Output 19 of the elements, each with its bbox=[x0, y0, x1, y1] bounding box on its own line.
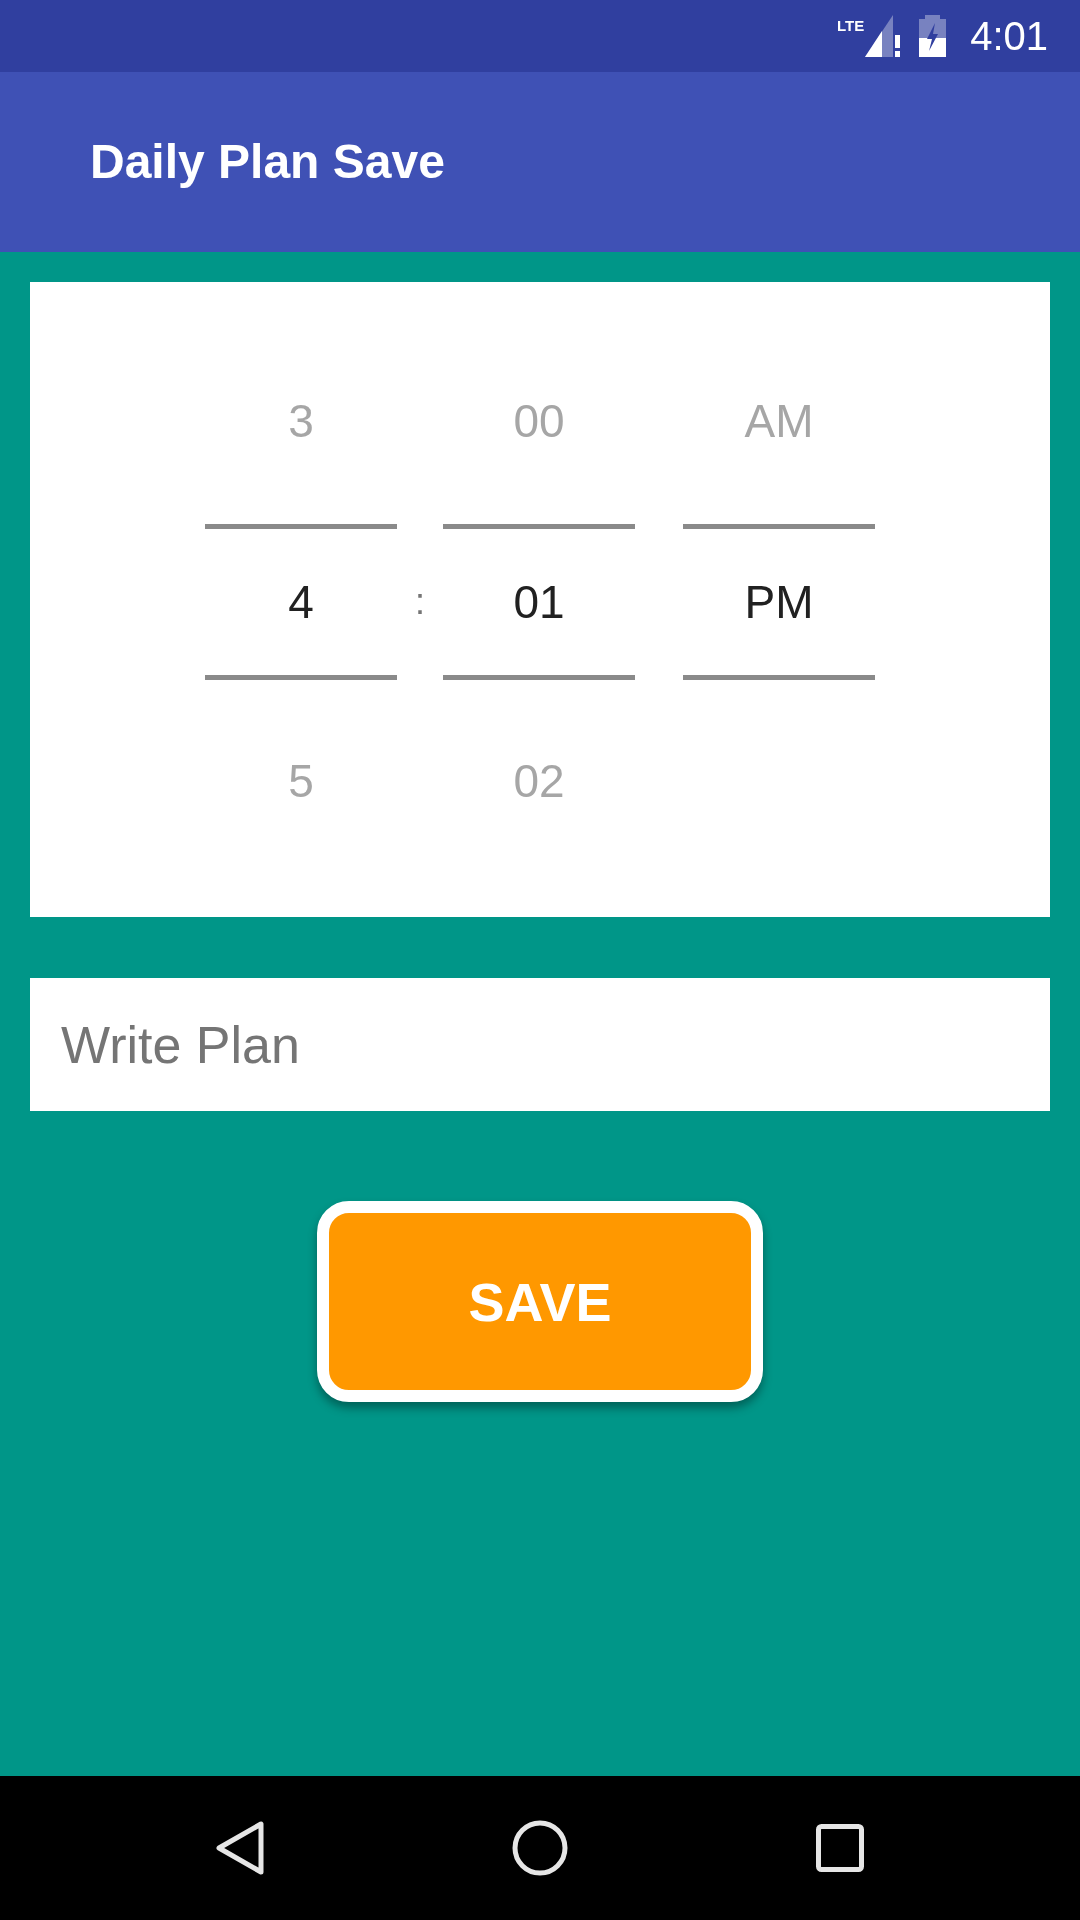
battery-charging-icon bbox=[919, 15, 947, 57]
picker-option[interactable]: AM bbox=[744, 398, 814, 444]
save-button[interactable]: SAVE bbox=[317, 1201, 763, 1402]
picker-option[interactable]: 02 bbox=[513, 758, 565, 804]
plan-input-field[interactable]: Write Plan bbox=[30, 978, 1050, 1111]
time-separator: : bbox=[415, 584, 425, 620]
clock-time: 4:01 bbox=[970, 16, 1048, 56]
network-type-label: LTE bbox=[836, 17, 865, 33]
picker-option[interactable]: 5 bbox=[288, 758, 314, 804]
app-title: Daily Plan Save bbox=[90, 138, 445, 186]
picker-selected-value[interactable]: 01 bbox=[513, 579, 565, 625]
back-icon[interactable] bbox=[216, 1821, 264, 1875]
signal-icon bbox=[865, 15, 902, 57]
picker-option[interactable]: 3 bbox=[288, 398, 314, 444]
picker-selected-value[interactable]: PM bbox=[744, 579, 814, 625]
home-icon[interactable] bbox=[512, 1820, 568, 1876]
recents-icon[interactable] bbox=[816, 1824, 864, 1872]
picker-selected-value[interactable]: 4 bbox=[288, 579, 314, 625]
picker-option[interactable]: 00 bbox=[513, 398, 565, 444]
